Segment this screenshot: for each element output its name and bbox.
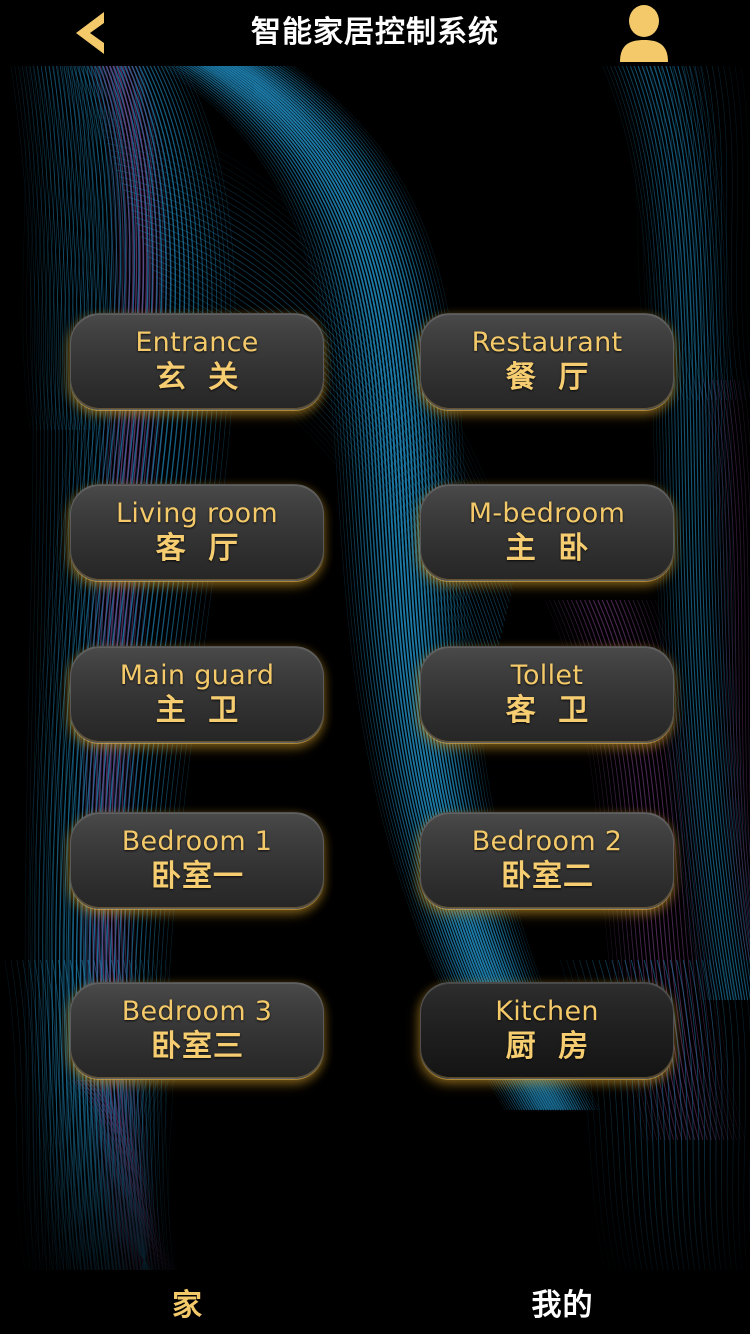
- room-label-en: Bedroom 1: [121, 826, 273, 857]
- room-label-cn: 主 卧: [505, 531, 595, 566]
- room-button-living-room[interactable]: Living room 客 厅: [70, 484, 324, 581]
- room-label-en: Main guard: [119, 660, 275, 691]
- room-button-m-bedroom[interactable]: M-bedroom 主 卧: [420, 484, 674, 581]
- room-label-en: Entrance: [135, 327, 259, 358]
- room-label-cn: 餐 厅: [505, 360, 595, 395]
- profile-avatar-button[interactable]: [616, 4, 672, 62]
- room-button-restaurant[interactable]: Restaurant 餐 厅: [420, 313, 674, 410]
- room-label-en: Bedroom 2: [471, 826, 623, 857]
- room-button-kitchen[interactable]: Kitchen 厨 房: [420, 982, 674, 1079]
- room-button-entrance[interactable]: Entrance 玄 关: [70, 313, 324, 410]
- room-button-grid: Entrance 玄 关 Restaurant 餐 厅 Living room 客 厅 M-…: [0, 0, 750, 1334]
- room-label-cn: 厨 房: [505, 1029, 595, 1064]
- room-label-en: Tollet: [510, 660, 584, 691]
- room-label-cn: 卧室一: [151, 859, 244, 894]
- room-button-tollet[interactable]: Tollet 客 卫: [420, 646, 674, 743]
- user-avatar-icon: [620, 5, 668, 62]
- tab-mine[interactable]: 我的: [375, 1270, 750, 1334]
- room-label-cn: 卧室三: [151, 1029, 244, 1064]
- room-label-en: Kitchen: [495, 996, 599, 1027]
- room-label-en: M-bedroom: [468, 498, 626, 529]
- room-button-bedroom-2[interactable]: Bedroom 2 卧室二: [420, 812, 674, 909]
- room-button-main-guard[interactable]: Main guard 主 卫: [70, 646, 324, 743]
- room-label-en: Bedroom 3: [121, 996, 273, 1027]
- room-label-cn: 客 卫: [505, 693, 595, 728]
- room-label-cn: 客 厅: [155, 531, 245, 566]
- app-header: 智能家居控制系统: [0, 0, 750, 66]
- room-label-en: Living room: [115, 498, 278, 529]
- bottom-tab-bar: 家 我的: [0, 1270, 750, 1334]
- room-button-bedroom-1[interactable]: Bedroom 1 卧室一: [70, 812, 324, 909]
- room-button-bedroom-3[interactable]: Bedroom 3 卧室三: [70, 982, 324, 1079]
- room-label-cn: 主 卫: [155, 693, 245, 728]
- room-label-en: Restaurant: [471, 327, 623, 358]
- room-label-cn: 玄 关: [155, 360, 245, 395]
- room-label-cn: 卧室二: [501, 859, 594, 894]
- tab-home[interactable]: 家: [0, 1270, 375, 1334]
